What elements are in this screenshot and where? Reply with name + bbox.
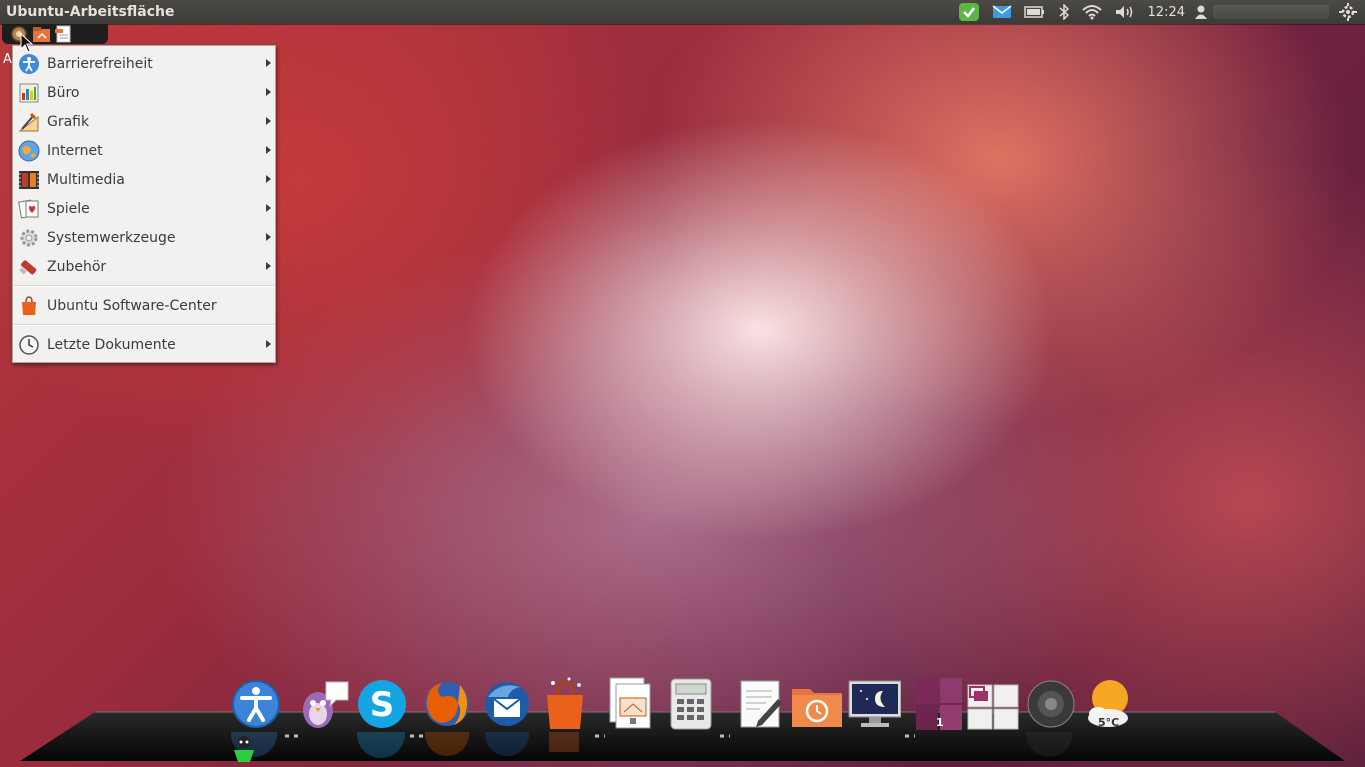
dock-pidgin-icon[interactable] <box>296 676 350 732</box>
mouse-pointer-icon <box>20 33 34 53</box>
dock-window-picker-icon[interactable] <box>966 676 1020 732</box>
dock-reflection <box>355 732 409 762</box>
dock-reflection <box>480 732 534 762</box>
menu-item-software-center[interactable]: Ubuntu Software-Center <box>13 291 275 320</box>
menu-item-barrierefreiheit[interactable]: Barrierefreiheit <box>13 49 275 78</box>
accessibility-icon <box>18 53 40 75</box>
menu-item-label: Internet <box>47 142 103 159</box>
menu-item-internet[interactable]: Internet <box>13 136 275 165</box>
dock-skype-icon[interactable]: S <box>355 676 409 732</box>
submenu-arrow-icon <box>266 146 271 154</box>
menu-item-spiele[interactable]: Spiele <box>13 194 275 223</box>
top-panel: Ubuntu-Arbeitsfläche 12:24 <box>0 0 1365 24</box>
clock[interactable]: 12:24 <box>1142 5 1191 20</box>
wifi-icon[interactable] <box>1076 0 1108 24</box>
menu-item-systemwerkzeuge[interactable]: Systemwerkzeuge <box>13 223 275 252</box>
documents-icon[interactable] <box>54 25 72 43</box>
panel-launcher-strip <box>2 24 108 44</box>
dock-reflection <box>1024 732 1078 762</box>
menu-item-label: Büro <box>47 84 80 101</box>
submenu-arrow-icon <box>266 204 271 212</box>
home-folder-icon[interactable] <box>32 25 50 43</box>
dock-screensaver-monitor-icon[interactable] <box>847 676 901 732</box>
graphics-icon <box>18 111 40 133</box>
battery-icon[interactable] <box>1018 0 1052 24</box>
office-icon <box>18 82 40 104</box>
dock-reflection <box>538 732 592 762</box>
submenu-arrow-icon <box>266 233 271 241</box>
menu-separator <box>14 285 274 287</box>
window-title: Ubuntu-Arbeitsfläche <box>6 4 175 20</box>
menu-item-label: Zubehör <box>47 258 107 275</box>
menu-item-label: Multimedia <box>47 171 125 188</box>
menu-separator <box>14 324 274 326</box>
workspace-number: 1 <box>936 716 944 729</box>
menu-item-letzte-dokumente[interactable]: Letzte Dokumente <box>13 330 275 359</box>
dock-thunderbird-icon[interactable] <box>480 676 534 732</box>
menu-item-label: Letzte Dokumente <box>47 336 176 353</box>
multimedia-icon <box>18 169 40 191</box>
user-name-field[interactable] <box>1213 5 1329 19</box>
dock-backup-folder-icon[interactable] <box>790 676 844 732</box>
mascot-figure-icon <box>234 736 254 762</box>
hidden-label: A <box>3 52 12 67</box>
menu-item-label: Spiele <box>47 200 90 217</box>
menu-item-label: Barrierefreiheit <box>47 55 153 72</box>
internet-globe-icon <box>18 140 40 162</box>
menu-item-label: Grafik <box>47 113 90 130</box>
indicator-area: 12:24 <box>952 0 1365 24</box>
dock-reflection <box>420 732 474 762</box>
dock-text-editor-icon[interactable] <box>734 676 788 732</box>
menu-item-buero[interactable]: Büro <box>13 78 275 107</box>
menu-item-multimedia[interactable]: Multimedia <box>13 165 275 194</box>
weather-temperature: 5°C <box>1098 716 1120 729</box>
volume-icon[interactable] <box>1108 0 1142 24</box>
menu-item-label: Ubuntu Software-Center <box>47 297 217 314</box>
recent-documents-icon <box>18 334 40 356</box>
dock-workspace-switcher-icon[interactable]: 1 <box>912 676 966 732</box>
user-icon[interactable] <box>1191 0 1209 24</box>
games-cards-icon <box>18 198 40 220</box>
submenu-arrow-icon <box>266 262 271 270</box>
bluetooth-icon[interactable] <box>1052 0 1076 24</box>
svg-text:S: S <box>370 685 395 725</box>
dock-weather-icon[interactable]: 5°C <box>1082 676 1136 732</box>
menu-item-zubehoer[interactable]: Zubehör <box>13 252 275 281</box>
submenu-arrow-icon <box>266 59 271 67</box>
dock-firefox-icon[interactable] <box>420 676 474 732</box>
submenu-arrow-icon <box>266 88 271 96</box>
dock-sound-speaker-icon[interactable] <box>1024 676 1078 732</box>
session-gear-icon[interactable] <box>1337 0 1365 24</box>
dock-accessibility-icon[interactable] <box>229 676 283 732</box>
accessories-icon <box>18 256 40 278</box>
applications-menu: Barrierefreiheit Büro Grafik Internet Mu… <box>12 45 276 363</box>
dock-calculator-icon[interactable] <box>664 676 718 732</box>
software-center-bag-icon <box>18 295 40 317</box>
submenu-arrow-icon <box>266 175 271 183</box>
submenu-arrow-icon <box>266 340 271 348</box>
submenu-arrow-icon <box>266 117 271 125</box>
dock-impress-presentation-icon[interactable] <box>606 676 660 732</box>
system-gear-icon <box>18 227 40 249</box>
mail-icon[interactable] <box>986 0 1018 24</box>
dock-software-center-icon[interactable] <box>538 676 592 732</box>
menu-item-label: Systemwerkzeuge <box>47 229 176 246</box>
update-check-icon[interactable] <box>952 0 986 24</box>
menu-item-grafik[interactable]: Grafik <box>13 107 275 136</box>
